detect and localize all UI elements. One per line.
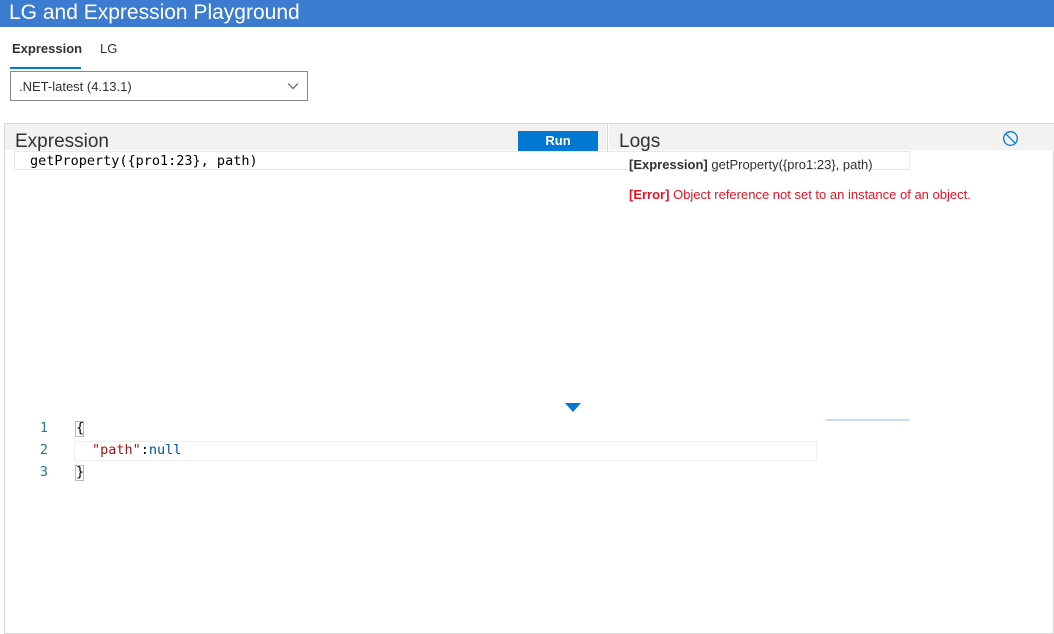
tab-lg[interactable]: LG	[100, 41, 117, 56]
expression-input[interactable]: getProperty({pro1:23}, path)	[30, 153, 258, 169]
run-button[interactable]: Run	[518, 131, 598, 151]
log-entry-expression: [Expression] getProperty({pro1:23}, path…	[629, 157, 873, 172]
clear-logs-icon[interactable]	[1002, 130, 1019, 147]
app-title: LG and Expression Playground	[9, 1, 300, 24]
chevron-down-icon	[287, 83, 299, 90]
caret-down-icon[interactable]	[565, 403, 581, 412]
version-selected-value: .NET-latest (4.13.1)	[19, 79, 132, 94]
line-number: 2	[39, 442, 48, 458]
json-close-brace[interactable]: }	[76, 464, 84, 480]
json-property-line[interactable]: "path":null	[92, 442, 181, 458]
scrollbar-indicator[interactable]	[826, 419, 910, 421]
json-open-brace[interactable]: {	[76, 420, 84, 436]
log-tag-error: [Error]	[629, 187, 670, 202]
line-number: 3	[39, 464, 48, 480]
log-message-expression: getProperty({pro1:23}, path)	[711, 157, 873, 172]
tab-expression[interactable]: Expression	[12, 41, 82, 56]
logs-panel-title: Logs	[619, 131, 661, 152]
active-tab-indicator	[10, 67, 81, 69]
current-line-highlight	[74, 441, 817, 461]
expression-panel-title: Expression	[15, 131, 109, 152]
version-dropdown[interactable]: .NET-latest (4.13.1)	[10, 71, 308, 101]
panel-divider[interactable]	[607, 124, 608, 151]
json-value: null	[148, 442, 182, 458]
json-colon: :	[140, 442, 149, 458]
logs-panel-header	[609, 124, 1054, 150]
json-key: "path"	[92, 442, 141, 458]
title-bar: LG and Expression Playground	[0, 0, 1054, 27]
log-tag-expression: [Expression]	[629, 157, 708, 172]
log-message-error: Object reference not set to an instance …	[673, 187, 971, 202]
log-entry-error: [Error] Object reference not set to an i…	[629, 187, 971, 202]
line-number: 1	[39, 420, 48, 436]
